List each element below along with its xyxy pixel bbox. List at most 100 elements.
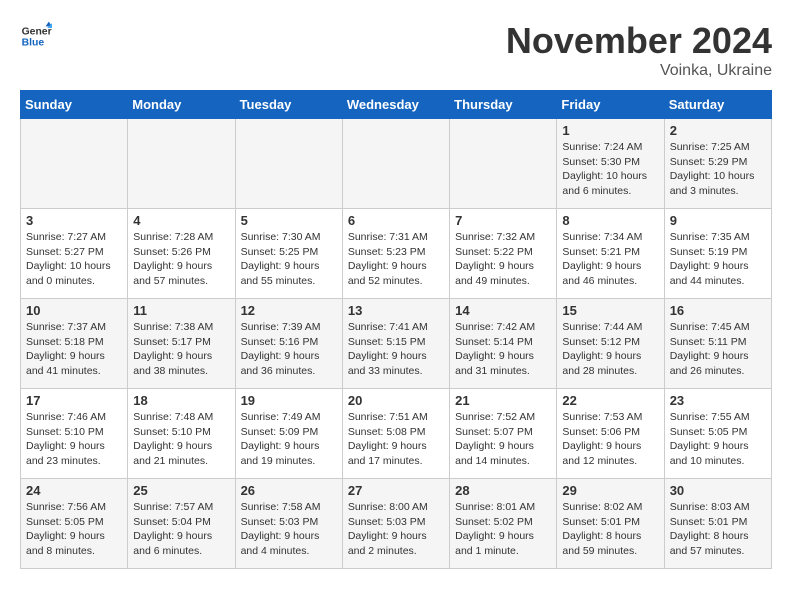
cell-info: Sunrise: 7:51 AM Sunset: 5:08 PM Dayligh… [348,410,444,469]
calendar-cell: 9 Sunrise: 7:35 AM Sunset: 5:19 PM Daylig… [664,209,771,299]
cell-info: Sunrise: 7:44 AM Sunset: 5:12 PM Dayligh… [562,320,658,379]
calendar-cell: 21Sunrise: 7:52 AM Sunset: 5:07 PM Dayli… [450,389,557,479]
day-number: 28 [455,483,551,498]
calendar-cell: 11 Sunrise: 7:38 AM Sunset: 5:17 PM Dayli… [128,299,235,389]
page-header: General Blue November 2024 Voinka, Ukrai… [20,20,772,80]
day-number: 11 [133,303,229,318]
cell-info: Sunrise: 7:55 AM Sunset: 5:05 PM Dayligh… [670,410,766,469]
day-number: 15 [562,303,658,318]
cell-info: Sunrise: 7:45 AM Sunset: 5:11 PM Dayligh… [670,320,766,379]
cell-info: Sunrise: 7:30 AM Sunset: 5:25 PM Dayligh… [241,230,337,289]
cell-info: Sunrise: 7:34 AM Sunset: 5:21 PM Dayligh… [562,230,658,289]
cell-info: Sunrise: 8:01 AM Sunset: 5:02 PM Dayligh… [455,500,551,559]
month-year-title: November 2024 [506,20,772,62]
calendar-cell: 22 Sunrise: 7:53 AM Sunset: 5:06 PM Dayli… [557,389,664,479]
logo-icon: General Blue [20,20,52,52]
calendar-cell [450,119,557,209]
day-number: 20 [348,393,444,408]
cell-info: Sunrise: 7:24 AM Sunset: 5:30 PM Dayligh… [562,140,658,199]
calendar-cell: 19Sunrise: 7:49 AM Sunset: 5:09 PM Dayli… [235,389,342,479]
calendar-cell: 14Sunrise: 7:42 AM Sunset: 5:14 PM Dayli… [450,299,557,389]
day-number: 16 [670,303,766,318]
day-number: 27 [348,483,444,498]
cell-info: Sunrise: 7:42 AM Sunset: 5:14 PM Dayligh… [455,320,551,379]
calendar-cell: 7 Sunrise: 7:32 AM Sunset: 5:22 PM Daylig… [450,209,557,299]
calendar-cell: 25 Sunrise: 7:57 AM Sunset: 5:04 PM Dayli… [128,479,235,569]
cell-info: Sunrise: 7:57 AM Sunset: 5:04 PM Dayligh… [133,500,229,559]
weekday-header-row: SundayMondayTuesdayWednesdayThursdayFrid… [21,91,772,119]
calendar-cell: 28 Sunrise: 8:01 AM Sunset: 5:02 PM Dayli… [450,479,557,569]
weekday-header-friday: Friday [557,91,664,119]
svg-text:General: General [22,26,52,37]
calendar-cell: 5 Sunrise: 7:30 AM Sunset: 5:25 PM Daylig… [235,209,342,299]
day-number: 4 [133,213,229,228]
day-number: 3 [26,213,122,228]
calendar-cell [128,119,235,209]
cell-info: Sunrise: 7:35 AM Sunset: 5:19 PM Dayligh… [670,230,766,289]
calendar-cell: 24 Sunrise: 7:56 AM Sunset: 5:05 PM Dayli… [21,479,128,569]
weekday-header-saturday: Saturday [664,91,771,119]
cell-info: Sunrise: 7:28 AM Sunset: 5:26 PM Dayligh… [133,230,229,289]
calendar-cell: 17Sunrise: 7:46 AM Sunset: 5:10 PM Dayli… [21,389,128,479]
calendar-cell: 8 Sunrise: 7:34 AM Sunset: 5:21 PM Daylig… [557,209,664,299]
cell-info: Sunrise: 7:38 AM Sunset: 5:17 PM Dayligh… [133,320,229,379]
day-number: 17 [26,393,122,408]
calendar-cell: 29Sunrise: 8:02 AM Sunset: 5:01 PM Dayli… [557,479,664,569]
title-block: November 2024 Voinka, Ukraine [506,20,772,80]
day-number: 26 [241,483,337,498]
day-number: 12 [241,303,337,318]
cell-info: Sunrise: 7:25 AM Sunset: 5:29 PM Dayligh… [670,140,766,199]
weekday-header-tuesday: Tuesday [235,91,342,119]
cell-info: Sunrise: 7:56 AM Sunset: 5:05 PM Dayligh… [26,500,122,559]
calendar-week-5: 24 Sunrise: 7:56 AM Sunset: 5:05 PM Dayli… [21,479,772,569]
day-number: 18 [133,393,229,408]
logo: General Blue [20,20,52,52]
cell-info: Sunrise: 8:02 AM Sunset: 5:01 PM Dayligh… [562,500,658,559]
day-number: 9 [670,213,766,228]
cell-info: Sunrise: 7:39 AM Sunset: 5:16 PM Dayligh… [241,320,337,379]
day-number: 6 [348,213,444,228]
location-subtitle: Voinka, Ukraine [506,62,772,80]
cell-info: Sunrise: 8:00 AM Sunset: 5:03 PM Dayligh… [348,500,444,559]
cell-info: Sunrise: 7:58 AM Sunset: 5:03 PM Dayligh… [241,500,337,559]
day-number: 30 [670,483,766,498]
calendar-cell: 23 Sunrise: 7:55 AM Sunset: 5:05 PM Dayli… [664,389,771,479]
day-number: 10 [26,303,122,318]
cell-info: Sunrise: 7:32 AM Sunset: 5:22 PM Dayligh… [455,230,551,289]
calendar-cell: 12 Sunrise: 7:39 AM Sunset: 5:16 PM Dayli… [235,299,342,389]
calendar-week-4: 17Sunrise: 7:46 AM Sunset: 5:10 PM Dayli… [21,389,772,479]
day-number: 5 [241,213,337,228]
calendar-cell: 13 Sunrise: 7:41 AM Sunset: 5:15 PM Dayli… [342,299,449,389]
cell-info: Sunrise: 7:48 AM Sunset: 5:10 PM Dayligh… [133,410,229,469]
cell-info: Sunrise: 7:53 AM Sunset: 5:06 PM Dayligh… [562,410,658,469]
calendar-week-2: 3Sunrise: 7:27 AM Sunset: 5:27 PM Daylig… [21,209,772,299]
day-number: 7 [455,213,551,228]
day-number: 8 [562,213,658,228]
svg-text:Blue: Blue [22,38,45,49]
calendar-cell: 27 Sunrise: 8:00 AM Sunset: 5:03 PM Dayli… [342,479,449,569]
weekday-header-thursday: Thursday [450,91,557,119]
day-number: 2 [670,123,766,138]
cell-info: Sunrise: 8:03 AM Sunset: 5:01 PM Dayligh… [670,500,766,559]
calendar-cell: 20 Sunrise: 7:51 AM Sunset: 5:08 PM Dayli… [342,389,449,479]
calendar-cell: 26 Sunrise: 7:58 AM Sunset: 5:03 PM Dayli… [235,479,342,569]
calendar-cell: 10Sunrise: 7:37 AM Sunset: 5:18 PM Dayli… [21,299,128,389]
calendar-cell: 30 Sunrise: 8:03 AM Sunset: 5:01 PM Dayli… [664,479,771,569]
weekday-header-sunday: Sunday [21,91,128,119]
day-number: 25 [133,483,229,498]
calendar-cell: 18 Sunrise: 7:48 AM Sunset: 5:10 PM Dayli… [128,389,235,479]
day-number: 13 [348,303,444,318]
calendar-week-1: 1Sunrise: 7:24 AM Sunset: 5:30 PM Daylig… [21,119,772,209]
day-number: 22 [562,393,658,408]
calendar-cell: 4 Sunrise: 7:28 AM Sunset: 5:26 PM Daylig… [128,209,235,299]
cell-info: Sunrise: 7:41 AM Sunset: 5:15 PM Dayligh… [348,320,444,379]
day-number: 23 [670,393,766,408]
calendar-cell [235,119,342,209]
cell-info: Sunrise: 7:52 AM Sunset: 5:07 PM Dayligh… [455,410,551,469]
calendar-table: SundayMondayTuesdayWednesdayThursdayFrid… [20,90,772,569]
weekday-header-monday: Monday [128,91,235,119]
calendar-cell: 2 Sunrise: 7:25 AM Sunset: 5:29 PM Daylig… [664,119,771,209]
weekday-header-wednesday: Wednesday [342,91,449,119]
day-number: 24 [26,483,122,498]
calendar-cell: 3Sunrise: 7:27 AM Sunset: 5:27 PM Daylig… [21,209,128,299]
